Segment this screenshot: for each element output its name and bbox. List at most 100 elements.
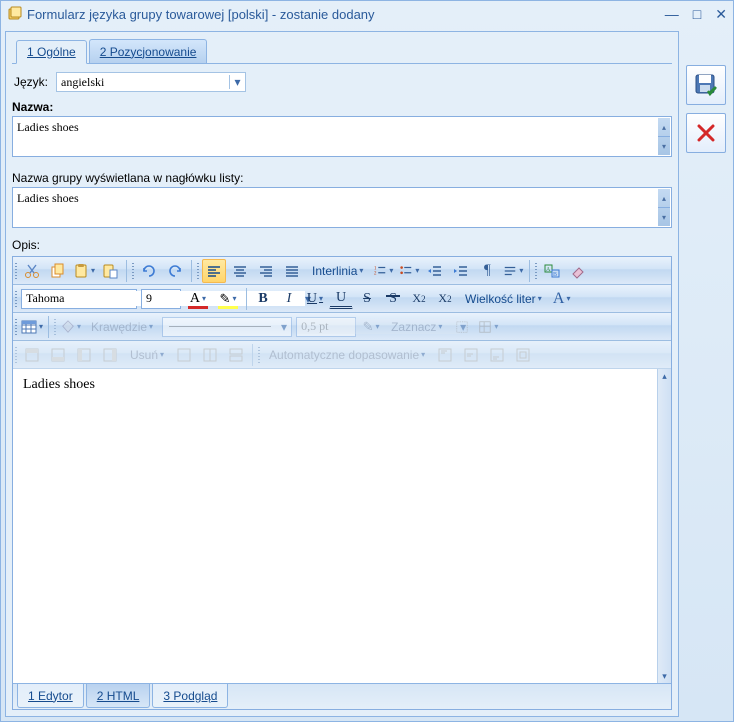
- cut-button[interactable]: [20, 259, 44, 283]
- letter-case-dropdown[interactable]: Wielkość liter: [458, 287, 549, 311]
- split-cells-button: [198, 343, 222, 367]
- copy-button[interactable]: [46, 259, 70, 283]
- top-tabstrip: 1 Ogólne 2 Pozycjonowanie: [12, 38, 672, 64]
- grip-icon: [13, 341, 19, 368]
- vertical-scrollbar[interactable]: ▴ ▾: [657, 369, 671, 683]
- cell-margins-button: [511, 343, 535, 367]
- paste-button[interactable]: [72, 259, 96, 283]
- align-left-button[interactable]: [202, 259, 226, 283]
- header-field[interactable]: Ladies shoes ▴▾: [12, 187, 672, 228]
- svg-text:B: B: [553, 272, 557, 278]
- scroll-down-icon[interactable]: ▾: [658, 669, 671, 683]
- toolbar-table-format: Krawędzie ▾ ▾ ✎ Zaznacz: [13, 313, 671, 341]
- header-textarea[interactable]: Ladies shoes: [13, 188, 657, 224]
- border-width-combo: ▾: [296, 317, 356, 337]
- svg-text:2: 2: [374, 270, 377, 276]
- titlebar[interactable]: Formularz języka grupy towarowej [polski…: [1, 1, 733, 27]
- dialog-window: Formularz języka grupy towarowej [polski…: [0, 0, 734, 722]
- align-center-button[interactable]: [228, 259, 252, 283]
- indent-increase-button[interactable]: [449, 259, 473, 283]
- name-field[interactable]: Ladies shoes ▴▾: [12, 116, 672, 157]
- paragraph-settings-button[interactable]: [501, 259, 525, 283]
- maximize-button[interactable]: □: [693, 6, 701, 23]
- header-label: Nazwa grupy wyświetlana w nagłówku listy…: [12, 171, 672, 185]
- main-pane: 1 Ogólne 2 Pozycjonowanie Język: ▾ Nazwa…: [5, 31, 679, 717]
- underline-button[interactable]: U: [303, 287, 327, 311]
- autofit-dropdown: Automatyczne dopasowanie: [262, 343, 432, 367]
- scroll-up-icon[interactable]: ▴: [658, 369, 671, 383]
- minimize-button[interactable]: —: [665, 6, 679, 23]
- cancel-button[interactable]: [686, 113, 726, 153]
- grip-icon[interactable]: [130, 257, 136, 284]
- font-color-button[interactable]: A: [184, 287, 212, 311]
- spin-up-icon[interactable]: ▴: [658, 118, 670, 136]
- language-combo[interactable]: ▾: [56, 72, 246, 92]
- redo-button[interactable]: [163, 259, 187, 283]
- language-input[interactable]: [57, 75, 229, 90]
- grip-icon[interactable]: [533, 257, 539, 284]
- find-replace-button[interactable]: AB: [540, 259, 564, 283]
- font-size-combo[interactable]: ▾: [141, 289, 181, 309]
- insert-row-below-button: [46, 343, 70, 367]
- grip-icon[interactable]: [13, 257, 19, 284]
- toolbar-font: ▾ ▾ A ✎ B I U U S S X2 X2 Wielkość liter…: [13, 285, 671, 313]
- tab-positioning[interactable]: 2 Pozycjonowanie: [89, 39, 208, 63]
- eraser-button[interactable]: [566, 259, 590, 283]
- grip-icon[interactable]: [13, 285, 19, 312]
- tab-html-view[interactable]: 2 HTML: [86, 684, 151, 708]
- tab-preview-view[interactable]: 3 Podgląd: [152, 684, 228, 708]
- insert-table-button[interactable]: [20, 315, 44, 339]
- pen-color-button: ✎: [359, 315, 383, 339]
- spin-up-icon[interactable]: ▴: [658, 189, 670, 207]
- undo-button[interactable]: [137, 259, 161, 283]
- window-title: Formularz języka grupy towarowej [polski…: [27, 7, 665, 22]
- toolbar-clipboard-paragraph: Interlinia 12 ¶ AB: [13, 257, 671, 285]
- cell-align-tl-button: [433, 343, 457, 367]
- align-right-button[interactable]: [254, 259, 278, 283]
- font-dialog-button[interactable]: A: [550, 287, 574, 311]
- language-label: Język:: [14, 75, 48, 89]
- grip-icon: [52, 315, 58, 339]
- double-underline-button[interactable]: U: [329, 289, 353, 309]
- editor-view-tabstrip: 1 Edytor 2 HTML 3 Podgląd: [13, 683, 671, 709]
- bullet-list-button[interactable]: [397, 259, 421, 283]
- grip-icon[interactable]: [13, 313, 19, 340]
- select-dropdown: Zaznacz: [384, 315, 449, 339]
- paste-special-button[interactable]: [98, 259, 122, 283]
- close-button[interactable]: ✕: [715, 6, 727, 23]
- delete-dropdown: Usuń: [123, 343, 171, 367]
- rich-editor: Interlinia 12 ¶ AB ▾ ▾ A: [12, 256, 672, 710]
- strikethrough-button[interactable]: S: [355, 287, 379, 311]
- scroll-track[interactable]: [658, 383, 671, 669]
- save-button[interactable]: [686, 65, 726, 105]
- italic-button[interactable]: I: [277, 287, 301, 311]
- chevron-down-icon[interactable]: ▾: [229, 75, 245, 89]
- paragraph-mark-button[interactable]: ¶: [475, 259, 499, 283]
- bold-button[interactable]: B: [251, 287, 275, 311]
- tab-editor-view[interactable]: 1 Edytor: [17, 684, 84, 708]
- grip-icon[interactable]: [195, 257, 201, 284]
- tab-general[interactable]: 1 Ogólne: [16, 40, 87, 64]
- indent-decrease-button[interactable]: [423, 259, 447, 283]
- insert-row-above-button: [20, 343, 44, 367]
- toolbar-table-layout: Usuń Automatyczne dopasowanie: [13, 341, 671, 369]
- subscript-button[interactable]: X2: [433, 287, 457, 311]
- editor-body[interactable]: Ladies shoes: [13, 369, 657, 683]
- cell-align-ml-button: [459, 343, 483, 367]
- align-justify-button[interactable]: [280, 259, 304, 283]
- editor-content-area[interactable]: Ladies shoes ▴ ▾: [13, 369, 671, 683]
- highlight-color-button[interactable]: ✎: [214, 287, 242, 311]
- spin-down-icon[interactable]: ▾: [658, 207, 670, 226]
- double-strike-button[interactable]: S: [381, 287, 405, 311]
- border-style-combo: ▾: [162, 317, 292, 337]
- spin-down-icon[interactable]: ▾: [658, 136, 670, 155]
- shading-button: [59, 315, 83, 339]
- superscript-button[interactable]: X2: [407, 287, 431, 311]
- borders-dropdown: Krawędzie: [84, 315, 160, 339]
- action-buttons-pane: [683, 31, 729, 717]
- number-list-button[interactable]: 12: [371, 259, 395, 283]
- name-label: Nazwa:: [12, 100, 672, 114]
- name-textarea[interactable]: Ladies shoes: [13, 117, 657, 153]
- interline-dropdown[interactable]: Interlinia: [305, 259, 370, 283]
- font-name-combo[interactable]: ▾: [21, 289, 137, 309]
